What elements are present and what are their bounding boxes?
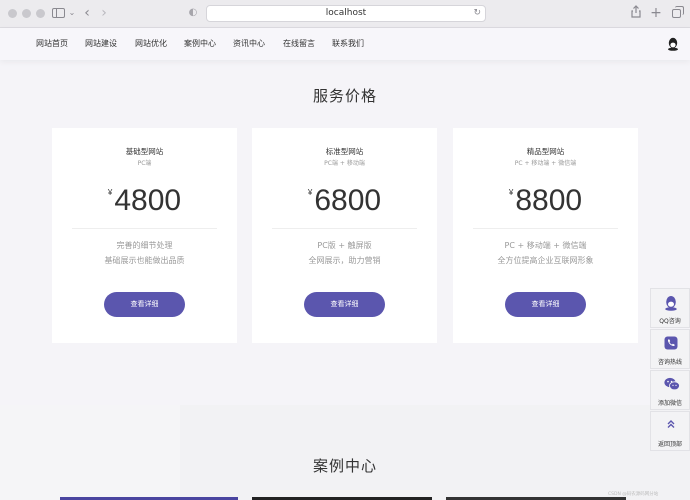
float-wechat[interactable]: 添加微信 — [650, 370, 690, 410]
window-controls — [8, 9, 45, 18]
card-divider — [473, 228, 618, 229]
case-section-title: 案例中心 — [312, 457, 377, 475]
wechat-icon — [664, 377, 680, 391]
nav-item-home[interactable]: 网站首页 — [36, 38, 68, 49]
tab-overview-icon[interactable] — [670, 5, 684, 21]
new-tab-icon[interactable]: + — [650, 5, 662, 21]
nav-item-contact[interactable]: 联系我们 — [332, 38, 364, 49]
pricing-card-premium: 精品型网站 PC + 移动端 + 微信端 ¥8800 PC + 移动端 + 微信… — [453, 128, 638, 343]
double-chevron-up-icon — [667, 420, 675, 428]
view-details-button[interactable]: 查看详细 — [505, 292, 586, 317]
privacy-shield-icon[interactable]: ◐ — [188, 5, 198, 21]
card-price: ¥4800 — [52, 184, 237, 218]
view-details-button[interactable]: 查看详细 — [304, 292, 385, 317]
card-plan-platforms: PC端 + 移动端 — [324, 160, 365, 167]
nav-item-message[interactable]: 在线留言 — [283, 38, 315, 49]
currency-symbol: ¥ — [307, 188, 313, 197]
address-bar[interactable]: localhost ↻ — [206, 5, 486, 22]
pricing-card-standard: 标准型网站 PC端 + 移动端 ¥6800 PC版 + 触屏版 全网展示，助力营… — [252, 128, 437, 343]
view-details-button[interactable]: 查看详细 — [104, 292, 185, 317]
card-divider — [272, 228, 417, 229]
pricing-section-title: 服务价格 — [312, 87, 377, 105]
watermark-text: CSDN @码农源码网分站 — [608, 492, 659, 497]
card-price-value: 8800 — [515, 184, 583, 217]
qq-penguin-icon[interactable] — [667, 36, 679, 51]
float-hotline[interactable]: 咨询热线 — [650, 329, 690, 369]
float-qq-consult[interactable]: QQ咨询 — [650, 288, 690, 328]
card-description-line2: 基础展示也能做出品质 — [104, 256, 185, 265]
float-label: QQ咨询 — [659, 318, 681, 325]
address-bar-url: localhost — [325, 8, 367, 18]
card-divider — [72, 228, 217, 229]
float-label: 返回顶部 — [657, 441, 682, 448]
card-price: ¥8800 — [453, 184, 638, 218]
card-description-line1: 完善的细节处理 — [116, 241, 173, 250]
reload-icon[interactable]: ↻ — [473, 6, 481, 21]
qq-penguin-icon — [665, 296, 677, 311]
currency-symbol: ¥ — [107, 188, 113, 197]
pricing-card-basic: 基础型网站 PC端 ¥4800 完善的细节处理 基础展示也能做出品质 查看详细 — [52, 128, 237, 343]
card-plan-platforms: PC + 移动端 + 微信端 — [514, 160, 577, 167]
case-band-shade — [0, 405, 180, 500]
card-plan-name: 标准型网站 — [325, 147, 364, 156]
card-plan-platforms: PC端 — [137, 160, 152, 167]
card-plan-name: 基础型网站 — [125, 147, 164, 156]
nav-item-cases[interactable]: 案例中心 — [184, 38, 216, 49]
case-section — [0, 405, 690, 500]
card-price-value: 6800 — [314, 184, 382, 217]
card-description-line2: 全方位提高企业互联网形象 — [497, 256, 594, 265]
close-window-dot[interactable] — [8, 9, 17, 18]
card-description-line1: PC版 + 触屏版 — [317, 241, 372, 250]
card-plan-name: 精品型网站 — [526, 147, 565, 156]
browser-toolbar: ⌄ ‹ › ◐ localhost ↻ + — [0, 0, 690, 28]
zoom-window-dot[interactable] — [36, 9, 45, 18]
site-nav: 网站首页 网站建设 网站优化 案例中心 资讯中心 在线留言 联系我们 — [0, 28, 690, 60]
forward-arrow-icon[interactable]: › — [99, 5, 109, 21]
back-arrow-icon[interactable]: ‹ — [82, 5, 92, 21]
chevron-down-icon[interactable]: ⌄ — [68, 5, 76, 21]
float-label: 咨询热线 — [657, 359, 682, 366]
nav-item-website-build[interactable]: 网站建设 — [85, 38, 117, 49]
card-description-line2: 全网展示，助力营销 — [308, 256, 381, 265]
card-description-line1: PC + 移动端 + 微信端 — [504, 241, 587, 250]
float-back-to-top[interactable]: 返回顶部 — [650, 411, 690, 451]
float-label: 添加微信 — [657, 400, 682, 407]
card-price: ¥6800 — [252, 184, 437, 218]
nav-item-news[interactable]: 资讯中心 — [233, 38, 265, 49]
nav-item-seo[interactable]: 网站优化 — [135, 38, 167, 49]
share-icon[interactable] — [630, 5, 642, 21]
minimize-window-dot[interactable] — [22, 9, 31, 18]
phone-icon — [664, 336, 678, 350]
card-price-value: 4800 — [114, 184, 182, 217]
sidebar-toggle-icon[interactable] — [50, 5, 66, 21]
currency-symbol: ¥ — [508, 188, 514, 197]
